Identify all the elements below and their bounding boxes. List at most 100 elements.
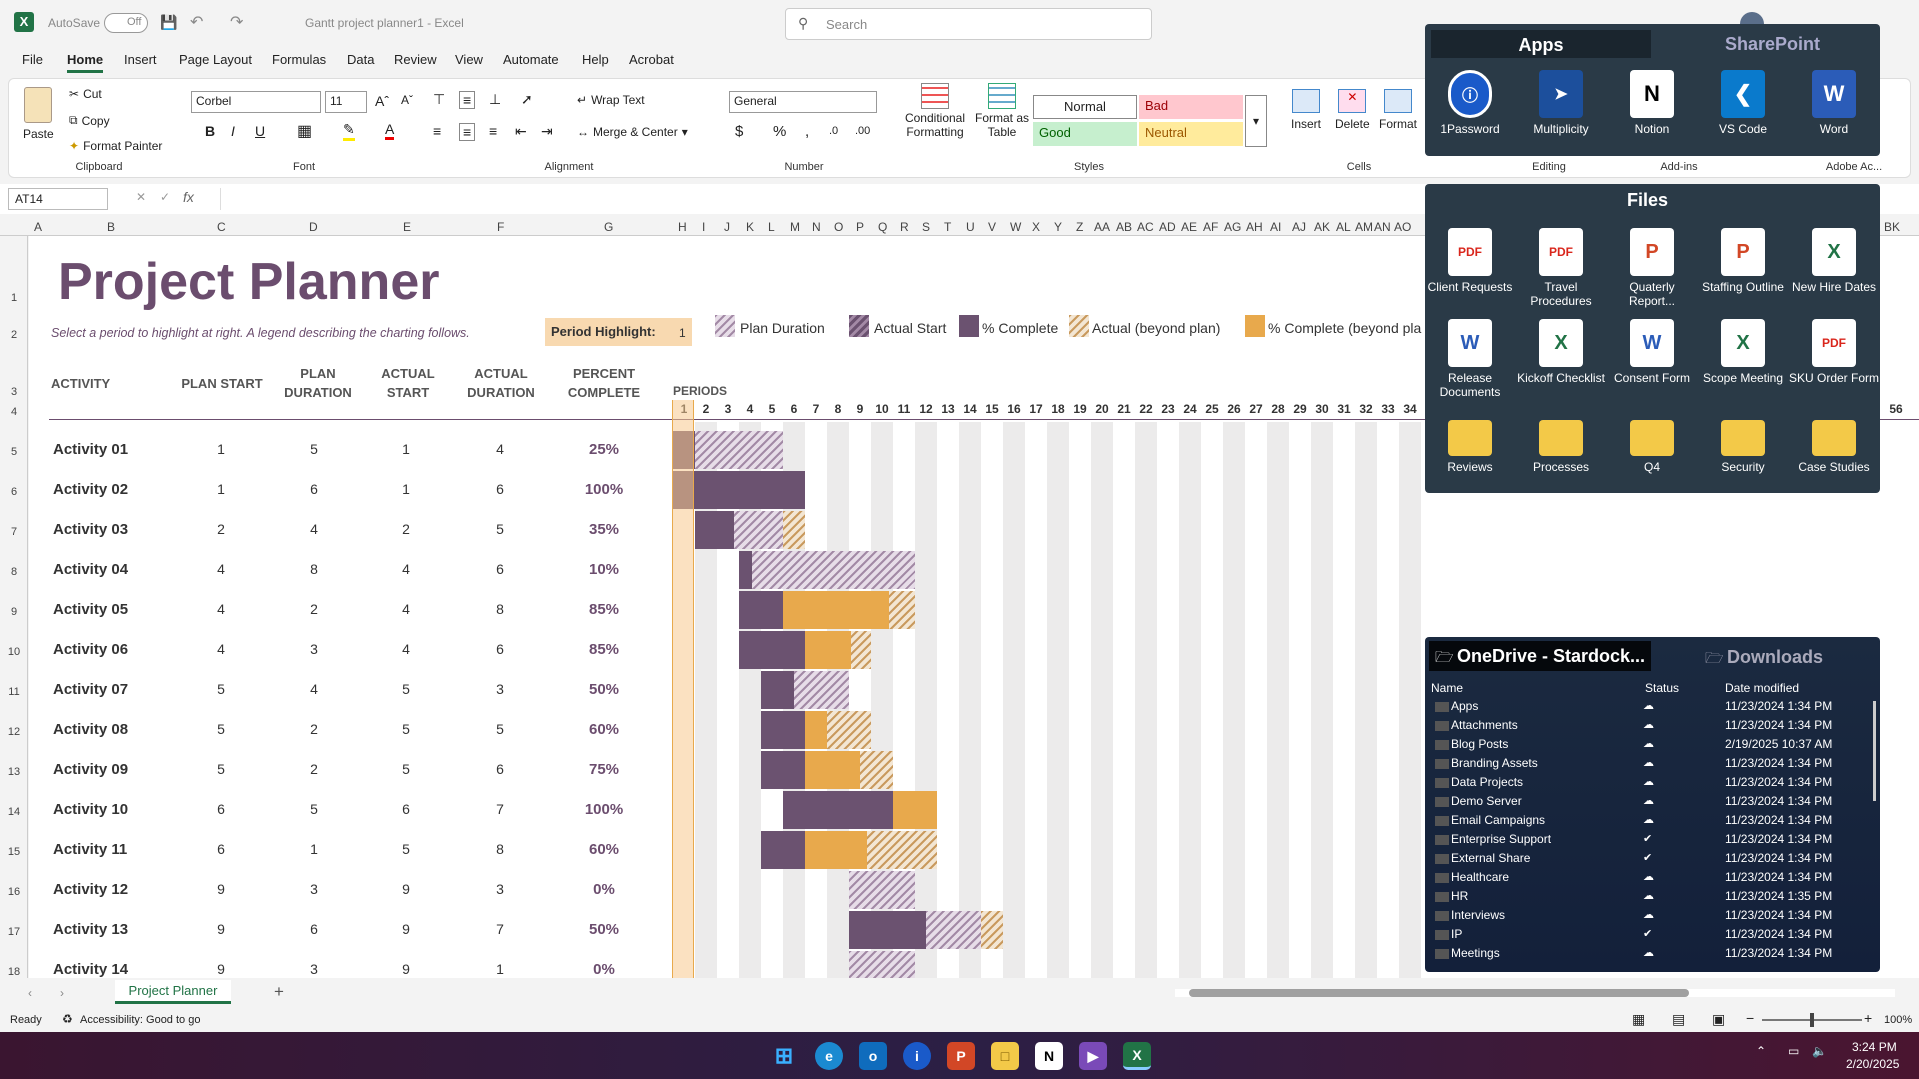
onedrive-item-name[interactable]: IP — [1451, 927, 1462, 941]
zoom-in-icon[interactable]: + — [1864, 1010, 1872, 1026]
shrink-font-icon[interactable]: Aˇ — [401, 93, 413, 107]
file-tile[interactable]: W Consent Form — [1607, 319, 1697, 385]
grow-font-icon[interactable]: Aˆ — [375, 93, 389, 109]
col-header-p[interactable]: P — [856, 220, 864, 234]
underline-icon[interactable]: U — [255, 123, 265, 139]
list-scrollbar[interactable] — [1873, 701, 1876, 801]
row-header-8[interactable]: 8 — [0, 566, 28, 578]
col-header-q[interactable]: Q — [878, 220, 887, 234]
onedrive-item-name[interactable]: Data Projects — [1451, 775, 1523, 789]
align-bottom-icon[interactable]: ⊥ — [489, 91, 501, 108]
tab-automate[interactable]: Automate — [503, 52, 559, 67]
font-size-select[interactable]: 11 — [325, 91, 367, 113]
tab-help[interactable]: Help — [582, 52, 609, 67]
col-header-ac[interactable]: AC — [1137, 220, 1154, 234]
style-good[interactable]: Good — [1033, 122, 1137, 146]
col-header-v[interactable]: V — [988, 220, 996, 234]
file-tile[interactable]: PDF Client Requests — [1425, 228, 1515, 294]
autosave-toggle[interactable]: Off — [104, 13, 148, 33]
tab-insert[interactable]: Insert — [124, 52, 157, 67]
col-header-bk[interactable]: BK — [1884, 220, 1900, 234]
row-header-6[interactable]: 6 — [0, 486, 28, 498]
onedrive-item-name[interactable]: Blog Posts — [1451, 737, 1508, 751]
align-right-icon[interactable]: ≡ — [489, 123, 497, 139]
col-name-header[interactable]: Name — [1431, 681, 1463, 695]
col-header-w[interactable]: W — [1010, 220, 1021, 234]
file-tile[interactable]: X Scope Meeting — [1698, 319, 1788, 385]
currency-icon[interactable]: $ — [735, 123, 743, 140]
accessibility-icon[interactable]: ♻ — [62, 1012, 73, 1026]
clock-date[interactable]: 2/20/2025 — [1846, 1057, 1899, 1071]
col-header-d[interactable]: D — [309, 220, 318, 234]
clapperboard-icon[interactable]: ▶ — [1079, 1042, 1107, 1070]
network-icon[interactable]: ▭ — [1788, 1044, 1799, 1058]
onedrive-item-name[interactable]: External Share — [1451, 851, 1530, 865]
next-sheet-icon[interactable]: › — [60, 986, 64, 1000]
app-vscode[interactable]: ❮ VS Code — [1698, 70, 1788, 136]
save-icon[interactable]: 💾 — [160, 14, 177, 31]
borders-icon[interactable]: ▦ — [297, 121, 312, 141]
col-header-ah[interactable]: AH — [1246, 220, 1263, 234]
col-header-o[interactable]: O — [834, 220, 843, 234]
col-header-n[interactable]: N — [812, 220, 821, 234]
zoom-slider[interactable] — [1762, 1013, 1862, 1027]
col-status-header[interactable]: Status — [1645, 681, 1679, 695]
prev-sheet-icon[interactable]: ‹ — [28, 986, 32, 1000]
file-tile[interactable]: P Quaterly Report... — [1607, 228, 1697, 308]
file-tile[interactable]: Security — [1698, 410, 1788, 474]
comma-icon[interactable]: , — [805, 123, 809, 140]
app-notion[interactable]: N Notion — [1607, 70, 1697, 136]
search-box[interactable]: ⚲ Search — [785, 8, 1152, 40]
row-header-1[interactable]: 1 — [0, 292, 28, 304]
styles-more-button[interactable]: ▾ — [1245, 95, 1267, 147]
onedrive-item-name[interactable]: Interviews — [1451, 908, 1505, 922]
enter-icon[interactable]: ✓ — [160, 190, 170, 204]
col-header-af[interactable]: AF — [1203, 220, 1218, 234]
windows-start-icon[interactable]: ⊞ — [770, 1042, 798, 1070]
col-header-an[interactable]: AN — [1374, 220, 1391, 234]
app-1password[interactable]: ⓘ 1Password — [1425, 70, 1515, 136]
row-header-16[interactable]: 16 — [0, 886, 28, 898]
zoom-level[interactable]: 100% — [1884, 1014, 1912, 1026]
font-name-select[interactable]: Corbel — [191, 91, 321, 113]
wrap-text-button[interactable]: ↵ Wrap Text — [577, 93, 645, 107]
col-header-am[interactable]: AM — [1355, 220, 1373, 234]
function-icon[interactable]: fx — [183, 189, 194, 205]
tray-chevron-icon[interactable]: ⌃ — [1756, 1044, 1766, 1058]
col-header-c[interactable]: C — [217, 220, 226, 234]
row-header-14[interactable]: 14 — [0, 806, 28, 818]
italic-icon[interactable]: I — [231, 123, 235, 139]
col-header-f[interactable]: F — [497, 220, 504, 234]
col-header-t[interactable]: T — [944, 220, 951, 234]
tab-page-layout[interactable]: Page Layout — [179, 52, 252, 67]
sharepoint-tab[interactable]: SharePoint — [1725, 34, 1820, 55]
col-header-ab[interactable]: AB — [1116, 220, 1132, 234]
merge-center-button[interactable]: ↔ Merge & Center ▾ — [577, 125, 688, 139]
col-header-k[interactable]: K — [746, 220, 754, 234]
row-header-2[interactable]: 2 — [0, 329, 28, 341]
row-header-4[interactable]: 4 — [0, 406, 28, 418]
onedrive-item-name[interactable]: Demo Server — [1451, 794, 1522, 808]
redo-icon[interactable]: ↷ — [230, 12, 243, 32]
col-header-ag[interactable]: AG — [1224, 220, 1241, 234]
onedrive-item-name[interactable]: Email Campaigns — [1451, 813, 1545, 827]
col-header-h[interactable]: H — [678, 220, 687, 234]
file-tile[interactable]: Processes — [1516, 410, 1606, 474]
clock-time[interactable]: 3:24 PM — [1852, 1040, 1897, 1054]
col-header-b[interactable]: B — [107, 220, 115, 234]
col-header-ae[interactable]: AE — [1181, 220, 1197, 234]
col-header-aa[interactable]: AA — [1094, 220, 1110, 234]
onedrive-item-name[interactable]: Enterprise Support — [1451, 832, 1551, 846]
format-painter-button[interactable]: ✦ Format Painter — [69, 139, 162, 153]
row-header-3[interactable]: 3 — [0, 386, 28, 398]
downloads-tab[interactable]: 🗁 Downloads — [1705, 647, 1823, 673]
col-header-aj[interactable]: AJ — [1292, 220, 1306, 234]
paste-button[interactable]: Paste — [23, 87, 54, 141]
notion-taskbar-icon[interactable]: N — [1035, 1042, 1063, 1070]
outlook-icon[interactable]: o — [859, 1042, 887, 1070]
number-format-select[interactable]: General — [729, 91, 877, 113]
decrease-decimal-icon[interactable]: .00 — [855, 125, 870, 137]
align-left-icon[interactable]: ≡ — [433, 123, 441, 139]
zoom-out-icon[interactable]: − — [1746, 1010, 1754, 1026]
powerpoint-icon[interactable]: P — [947, 1042, 975, 1070]
